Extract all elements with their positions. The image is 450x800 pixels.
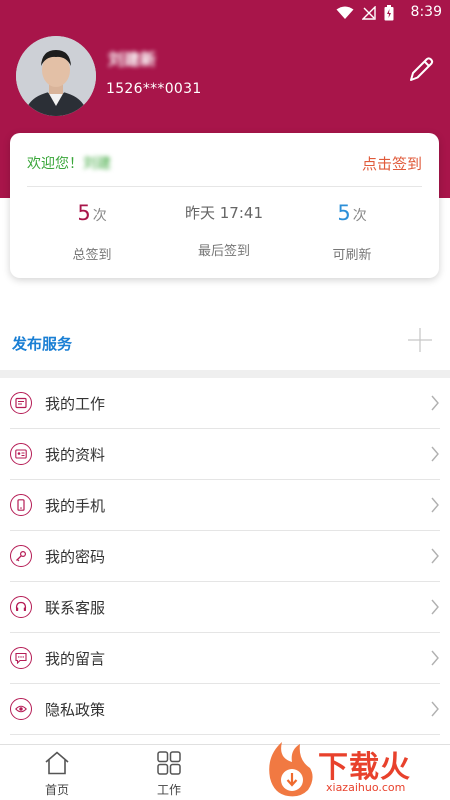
no-signal-icon: [362, 6, 376, 20]
checkin-card: 欢迎您！刘建 点击签到 5次 总签到 昨天 17:41 最后签到 5次 可刷新: [10, 133, 439, 278]
menu-item-my-phone[interactable]: 我的手机: [10, 480, 440, 531]
watermark-subtext: xiazaihuo.com: [326, 781, 406, 794]
status-bar: 8:39: [0, 0, 450, 26]
screen: 8:39 刘建新 1526***0031 欢迎您！刘建 点击签到 5次 总签到 …: [0, 0, 450, 800]
status-time: 8:39: [410, 4, 442, 20]
stat-refreshable: 5次 可刷新: [282, 199, 422, 263]
menu-item-label: 我的留言: [45, 650, 106, 668]
stat-total-checkins: 5次 总签到: [22, 199, 162, 263]
avatar-image: [16, 36, 96, 116]
menu-item-contact-support[interactable]: 联系客服: [10, 582, 440, 633]
chevron-right-icon: [431, 701, 439, 717]
welcome-name: 刘建: [83, 156, 111, 172]
chevron-right-icon: [431, 548, 439, 564]
total-checkins-unit: 次: [92, 208, 107, 224]
chevron-right-icon: [431, 497, 439, 513]
message-icon: [10, 647, 32, 669]
menu-item-label: 隐私政策: [45, 701, 106, 719]
wifi-icon: [336, 6, 354, 19]
nav-home-label: 首页: [44, 783, 69, 797]
menu-item-label: 我的工作: [45, 395, 106, 413]
menu-list: 我的工作 我的资料 我的手机 我的密码 联系客服 我的留言 隐私政策: [0, 378, 450, 735]
user-name: 刘建新: [108, 50, 157, 69]
last-checkin-label: 最后签到: [197, 244, 250, 259]
briefcase-icon: [10, 392, 32, 414]
welcome-greeting: 欢迎您！: [27, 156, 83, 172]
publish-service-row[interactable]: 发布服务: [0, 318, 450, 370]
battery-icon: [384, 5, 394, 21]
section-divider: [0, 370, 450, 378]
watermark: 下载火 xiazaihuo.com: [262, 738, 450, 800]
last-checkin-value: 昨天 17:41: [185, 204, 263, 222]
plus-icon[interactable]: [408, 328, 432, 352]
menu-item-my-messages[interactable]: 我的留言: [10, 633, 440, 684]
grid-icon: [157, 751, 181, 775]
home-icon: [45, 751, 69, 775]
menu-item-label: 我的密码: [45, 548, 106, 566]
key-icon: [10, 545, 32, 567]
card-divider: [27, 186, 422, 187]
eye-icon: [10, 698, 32, 720]
menu-item-my-password[interactable]: 我的密码: [10, 531, 440, 582]
refreshable-unit: 次: [352, 208, 367, 224]
watermark-text: 下载火: [318, 750, 411, 785]
edit-icon[interactable]: [404, 56, 438, 86]
profile-card-icon: [10, 443, 32, 465]
stat-last-checkin: 昨天 17:41 最后签到: [154, 199, 294, 259]
menu-item-label: 联系客服: [45, 599, 106, 617]
total-checkins-value: 5: [77, 201, 91, 225]
phone-icon: [10, 494, 32, 516]
menu-item-label: 我的手机: [45, 497, 106, 515]
avatar[interactable]: [16, 36, 96, 116]
headset-icon: [10, 596, 32, 618]
publish-service-label: 发布服务: [12, 335, 73, 353]
chevron-right-icon: [431, 650, 439, 666]
menu-item-privacy-policy[interactable]: 隐私政策: [10, 684, 440, 735]
nav-work-label: 工作: [156, 783, 181, 797]
menu-item-my-profile[interactable]: 我的资料: [10, 429, 440, 480]
refreshable-value: 5: [337, 201, 351, 225]
chevron-right-icon: [431, 446, 439, 462]
total-checkins-label: 总签到: [72, 248, 112, 263]
status-icons: [336, 5, 394, 21]
welcome-text: 欢迎您！刘建: [27, 153, 111, 173]
chevron-right-icon: [431, 395, 439, 411]
menu-item-my-work[interactable]: 我的工作: [10, 378, 440, 429]
user-phone: 1526***0031: [106, 81, 202, 97]
menu-item-label: 我的资料: [45, 446, 106, 464]
chevron-right-icon: [431, 599, 439, 615]
flame-logo-icon: [269, 742, 313, 797]
nav-home[interactable]: 首页: [27, 751, 87, 798]
nav-work[interactable]: 工作: [139, 751, 199, 798]
refreshable-label: 可刷新: [332, 248, 372, 263]
signin-button[interactable]: 点击签到: [362, 153, 422, 174]
